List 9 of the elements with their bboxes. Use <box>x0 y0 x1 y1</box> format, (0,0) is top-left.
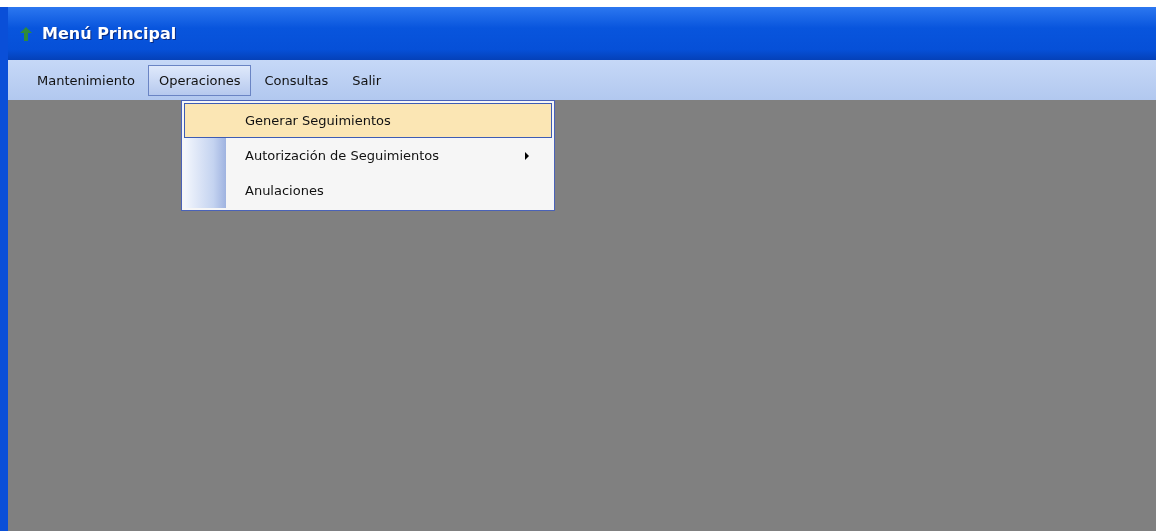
app-icon <box>20 26 32 41</box>
menu-item[interactable]: Salir <box>341 64 392 96</box>
dropdown-item[interactable]: Generar Seguimientos <box>184 103 552 138</box>
dropdown-item[interactable]: Anulaciones <box>184 173 552 208</box>
dropdown-item[interactable]: Autorización de Seguimientos <box>184 138 552 173</box>
menu-item[interactable]: Mantenimiento <box>26 64 146 96</box>
window-title: Menú Principal <box>42 24 177 43</box>
menu-item[interactable]: Operaciones <box>147 64 252 96</box>
menu-item[interactable]: Consultas <box>253 64 340 96</box>
